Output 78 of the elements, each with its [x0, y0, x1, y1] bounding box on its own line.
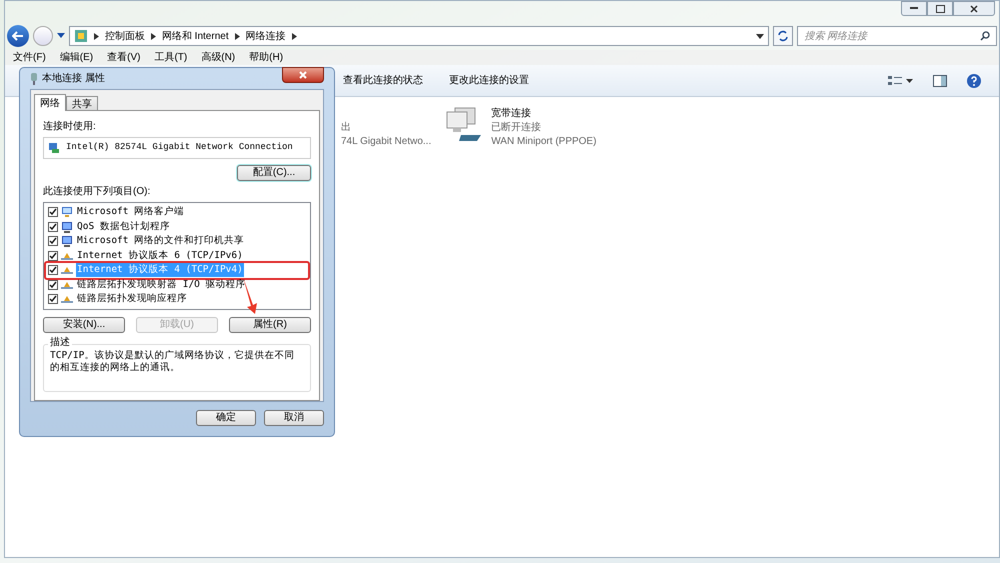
adapter-field: Intel(R) 82574L Gigabit Network Connection — [43, 137, 311, 159]
checkbox[interactable] — [48, 250, 58, 261]
computer-icon — [61, 235, 73, 248]
back-arrow-icon — [12, 31, 24, 41]
description-title: 描述 — [48, 338, 72, 348]
refresh-button[interactable] — [773, 26, 794, 46]
close-icon — [299, 70, 307, 78]
menu-item[interactable]: 帮助(H) — [249, 50, 284, 65]
chevron-icon — [150, 32, 156, 40]
toolbar-item[interactable]: 查看此连接的状态 — [343, 73, 423, 88]
protocol-icon — [61, 265, 73, 276]
items-label: 此连接使用下列项目(O): — [43, 184, 152, 199]
checkbox[interactable] — [48, 236, 58, 246]
connection-name[interactable]: 宽带连接 — [491, 107, 596, 121]
preview-pane-icon[interactable] — [933, 74, 947, 86]
search-icon — [980, 31, 990, 41]
dropdown-caret-icon — [756, 34, 764, 38]
checkbox[interactable] — [48, 294, 58, 304]
chevron-icon — [292, 32, 297, 40]
refresh-icon — [777, 30, 790, 42]
chevron-icon — [234, 32, 240, 40]
cancel-button[interactable]: 取消 — [264, 410, 324, 426]
back-button[interactable] — [7, 25, 29, 47]
checkbox[interactable] — [48, 222, 58, 232]
close-button[interactable] — [953, 1, 995, 16]
dialog-title: 本地连接 属性 — [42, 72, 105, 86]
close-icon — [970, 4, 978, 12]
list-item[interactable]: Microsoft 网络的文件和打印机共享 — [76, 234, 246, 248]
network-adapter-icon — [48, 142, 60, 154]
breadcrumb-item[interactable]: 网络连接 — [246, 28, 286, 44]
checkbox[interactable] — [48, 280, 58, 290]
list-item[interactable]: QoS 数据包计划程序 — [76, 220, 171, 234]
menu-item[interactable]: 高级(N) — [201, 50, 236, 65]
address-bar[interactable]: 控制面板 网络和 Internet 网络连接 — [68, 26, 770, 46]
connection-device: WAN Miniport (PPPOE) — [491, 135, 596, 149]
description-text: TCP/IP。该协议是默认的广域网络协议，它提供在不同的相互连接的网络上的通讯。 — [50, 350, 296, 374]
menu-item[interactable]: 工具(T) — [154, 50, 188, 65]
protocol-icon — [61, 294, 73, 304]
restore-icon — [936, 4, 944, 12]
connection-detail: 74L Gigabit Netwo... — [341, 135, 432, 149]
search-field[interactable]: 搜索 网络连接 — [804, 28, 980, 44]
network-client-icon — [61, 206, 73, 218]
list-item[interactable]: Microsoft 网络客户端 — [76, 205, 186, 220]
chevron-icon — [94, 32, 99, 40]
protocol-icon — [61, 250, 73, 261]
computer-icon — [61, 220, 73, 233]
list-item[interactable]: Internet 协议版本 6 (TCP/IPv6) — [76, 248, 244, 263]
view-options-icon[interactable] — [888, 74, 902, 86]
toolbar-item[interactable]: 更改此连接的设置 — [449, 73, 529, 88]
minimize-icon — [910, 7, 918, 10]
connection-detail: 出 — [341, 121, 352, 135]
caret-icon[interactable] — [906, 78, 913, 82]
list-item[interactable]: 链路层拓扑发现响应程序 — [76, 292, 188, 306]
ok-button[interactable]: 确定 — [196, 410, 256, 426]
help-icon[interactable] — [967, 74, 981, 88]
configure-button[interactable]: 配置(C)... — [237, 165, 311, 181]
minimize-button[interactable] — [901, 1, 927, 16]
breadcrumb-item[interactable]: 控制面板 — [104, 28, 145, 44]
menu-item[interactable]: 编辑(E) — [60, 50, 94, 65]
maximize-button[interactable] — [927, 1, 953, 16]
connection-plug-icon — [30, 72, 38, 84]
close-button[interactable] — [282, 66, 324, 82]
breadcrumb-item[interactable]: 网络和 Internet — [162, 28, 229, 44]
history-caret-icon — [56, 33, 65, 39]
protocol-icon — [61, 280, 73, 290]
tab[interactable]: 网络 — [34, 94, 66, 111]
item-button[interactable]: 安装(N)... — [43, 317, 125, 333]
connect-using-label: 连接时使用: — [43, 120, 97, 134]
checkbox[interactable] — [48, 207, 58, 218]
tab[interactable]: 共享 — [66, 96, 98, 110]
checkbox[interactable] — [48, 265, 58, 276]
list-item[interactable]: 链路层拓扑发现映射器 I/O 驱动程序 — [76, 278, 247, 292]
menu-item[interactable]: 文件(F) — [13, 50, 46, 65]
control-panel-icon — [74, 29, 88, 43]
search-box[interactable]: 搜索 网络连接 — [797, 26, 998, 46]
menu-item[interactable]: 查看(V) — [107, 50, 140, 65]
connection-status: 已断开连接 — [491, 121, 542, 135]
item-button[interactable]: 属性(R) — [229, 317, 311, 333]
